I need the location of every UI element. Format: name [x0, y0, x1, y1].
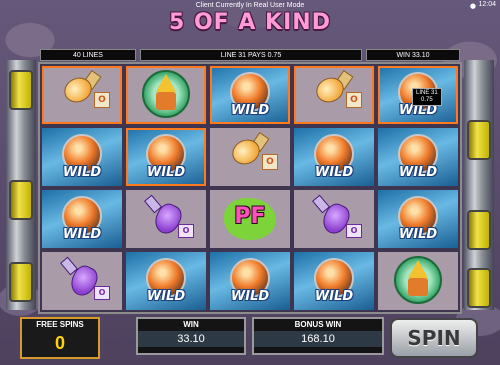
reel-symbol-wizard — [378, 252, 458, 310]
wifi-icon: ● — [469, 2, 476, 10]
vial-tag: O — [178, 224, 194, 238]
wild-label: WILD — [230, 103, 270, 118]
potion-tag: O — [346, 92, 362, 108]
reel-symbol-vial: O — [42, 252, 122, 310]
reel-grid: O WILD O WILD WILD WILD O WILD WILD WILD O PF O WILD O… — [38, 62, 462, 314]
line-pays-display: LINE 31 PAYS 0.75 — [140, 49, 362, 61]
free-spins-label: FREE SPINS — [36, 320, 84, 329]
mode-notice: Client Currently In Real User Mode — [195, 2, 305, 9]
right-jar-icon — [467, 120, 491, 160]
win-display: WIN 33.10 — [366, 49, 460, 61]
bonus-win-value: 168.10 — [254, 331, 382, 347]
left-jar-icon — [9, 262, 33, 302]
wizard-face-icon — [156, 92, 176, 110]
left-jar-icon — [9, 70, 33, 110]
bonus-win-label: BONUS WIN — [294, 320, 342, 329]
potion-tag: O — [262, 154, 278, 170]
reel-symbol-wild: WILD — [42, 128, 122, 186]
spin-button[interactable]: SPIN — [390, 318, 478, 358]
right-jar-icon — [467, 268, 491, 308]
wizard-face-icon — [408, 278, 428, 296]
wild-label: WILD — [314, 289, 354, 304]
reel-symbol-wizard — [126, 66, 206, 124]
reel-symbol-bonus: PF — [210, 190, 290, 248]
reel-symbol-wild: WILD — [126, 252, 206, 310]
potion-tag: O — [94, 92, 110, 108]
wild-label: WILD — [146, 289, 186, 304]
reel-symbol-wild: WILD — [126, 128, 206, 186]
wizard-hat-icon — [156, 74, 176, 92]
free-spins-panel: FREE SPINS 0 — [20, 317, 100, 359]
reel-symbol-potion: O — [42, 66, 122, 124]
clock: 12:04 — [478, 1, 496, 8]
win-panel: WIN 33.10 — [136, 317, 246, 355]
reel-symbol-wild: WILD — [210, 66, 290, 124]
reel-symbol-wild: WILD — [210, 252, 290, 310]
vial-tag: O — [346, 224, 362, 238]
reel-symbol-wild: WILD — [378, 128, 458, 186]
win-headline: 5 OF A KIND — [169, 10, 331, 35]
reel-symbol-vial: O — [126, 190, 206, 248]
win-value: 33.10 — [138, 331, 244, 347]
wild-label: WILD — [398, 165, 438, 180]
wild-label: WILD — [62, 227, 102, 242]
wild-label: WILD — [398, 227, 438, 242]
line-badge-amount: 0.75 — [421, 97, 433, 103]
reel-symbol-potion: O — [210, 128, 290, 186]
bonus-win-panel: BONUS WIN 168.10 — [252, 317, 384, 355]
reel-symbol-vial: O — [294, 190, 374, 248]
line-badge-line: LINE 31 — [416, 90, 438, 96]
wild-label: WILD — [314, 165, 354, 180]
wild-label: WILD — [62, 165, 102, 180]
right-jar-icon — [467, 210, 491, 250]
vial-tag: O — [94, 286, 110, 300]
reel-symbol-wild: WILD — [378, 190, 458, 248]
reel-symbol-wild: WILD — [42, 190, 122, 248]
left-jar-icon — [9, 180, 33, 220]
wild-label: WILD — [146, 165, 186, 180]
line-win-badge: LINE 31 0.75 — [412, 88, 442, 106]
lines-display: 40 LINES — [40, 49, 136, 61]
reel-symbol-potion: O — [294, 66, 374, 124]
wizard-hat-icon — [408, 260, 428, 278]
wild-label: WILD — [230, 289, 270, 304]
win-label: WIN — [183, 320, 199, 329]
reel-symbol-wild: WILD — [294, 128, 374, 186]
free-spins-value: 0 — [54, 333, 65, 353]
bonus-label: PF — [234, 204, 266, 229]
reel-symbol-wild: WILD — [294, 252, 374, 310]
